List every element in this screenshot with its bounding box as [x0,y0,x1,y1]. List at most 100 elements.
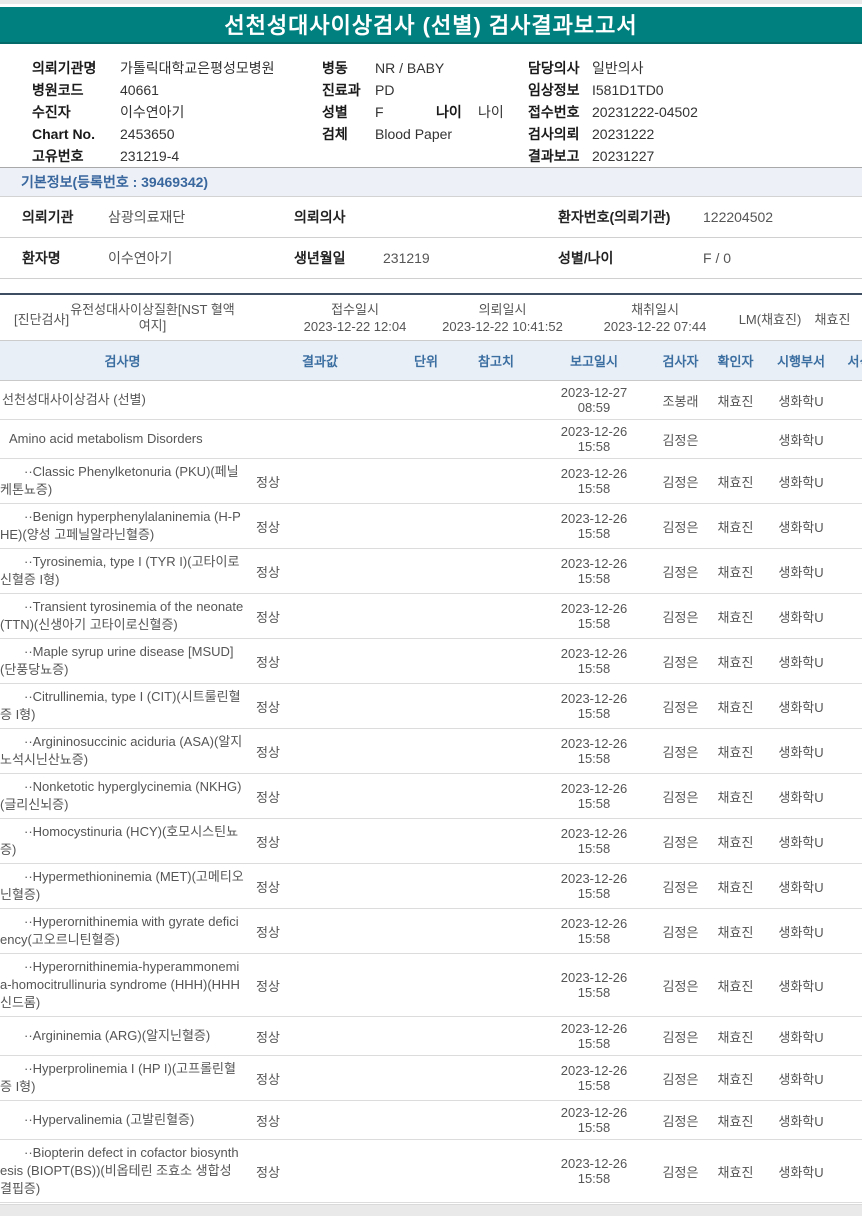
field-label: 결과보고 [528,148,580,164]
test-name: ··Hypervalinemia (고발린혈증) [24,1112,195,1127]
report-datetime: 2023-12-26 15:58 [560,1105,628,1135]
basic-info-title: 기본정보(등록번호 : 39469342) [21,174,209,190]
verifier-name: 채효진 [717,609,754,625]
tester-name: 김정은 [662,1029,699,1045]
field-label: 접수번호 [528,104,580,120]
result-row: ··Maple syrup urine disease [MSUD](단풍당뇨증… [0,639,862,684]
test-name: ··Transient tyrosinemia of the neonate (… [0,599,244,632]
report-datetime: 2023-12-26 15:58 [560,466,628,496]
header-report-date: 보고일시 [570,354,618,369]
field-label: 성별 [322,104,348,120]
performing-dept: 생화학U [778,474,824,490]
verifier-name: 채효진 [717,564,754,580]
tester-name: 김정은 [662,609,699,625]
report-datetime: 2023-12-26 15:58 [560,1156,628,1186]
performing-dept: 생화학U [778,1113,824,1129]
test-name: ··Hyperornithinemia-hyperammonemia-homoc… [0,959,240,1010]
performing-dept: 생화학U [778,834,824,850]
field-value: 일반의사 [592,60,644,76]
patient-header-col-right: 담당의사 일반의사 임상정보 I581D1TD0 접수번호 20231222-0450… [528,57,698,167]
result-value: 정상 [256,879,280,895]
field-label: 환자번호(의뢰기관) [558,209,671,225]
report-title: 선천성대사이상검사 (선별) 검사결과보고서 [224,13,638,38]
result-row: ··Biopterin defect in cofactor biosynthe… [0,1140,862,1203]
test-name: Amino acid metabolism Disorders [9,431,203,446]
verifier-name: 채효진 [717,978,754,994]
report-datetime: 2023-12-26 15:58 [560,826,628,856]
tester-name: 김정은 [662,432,699,448]
result-row: ··Classic Phenylketonuria (PKU)(페닐케톤뇨증) … [0,459,862,504]
field-value: 20231227 [592,148,655,164]
header-result: 결과값 [302,354,338,369]
result-value: 정상 [256,1071,280,1087]
field-value: 122204502 [703,209,774,225]
result-value: 정상 [256,474,280,490]
result-row: 선천성대사이상검사 (선별) 2023-12-27 08:59 조봉래 채효진 … [0,381,862,420]
tester-name: 김정은 [662,1164,699,1180]
field-label: Chart No. [32,126,95,142]
field-label: 성별/나이 [558,250,614,266]
report-datetime: 2023-12-26 15:58 [560,601,628,631]
result-row: ··Argininemia (ARG)(알지닌혈증) 정상 2023-12-26… [0,1017,862,1056]
test-name: ··Classic Phenylketonuria (PKU)(페닐케톤뇨증) [0,464,239,497]
verifier-name: 채효진 [717,654,754,670]
request-datetime: 의뢰일시 2023-12-22 10:41:52 [425,295,580,341]
collection-datetime: 채취일시 2023-12-22 07:44 [580,295,730,341]
test-name: ··Homocystinuria (HCY)(호모시스틴뇨증) [0,824,239,857]
result-value: 정상 [256,654,280,670]
patient-header-section: 의뢰기관명 가톨릭대학교은평성모병원 병원코드 40661 수진자 이수연아기 Cha… [0,44,862,167]
receipt-datetime: 접수일시 2023-12-22 12:04 [285,295,425,341]
performing-dept: 생화학U [778,744,824,760]
test-name: ··Hyperornithinemia with gyrate deficien… [0,914,239,947]
result-row: Amino acid metabolism Disorders 2023-12-… [0,420,862,459]
tester-name: 김정은 [662,879,699,895]
tester-name: 김정은 [662,699,699,715]
result-value: 정상 [256,519,280,535]
request-datetime-label: 의뢰일시 [478,302,527,317]
field-value: 나이 [478,104,504,120]
test-name: ··Maple syrup urine disease [MSUD](단풍당뇨증… [0,644,234,677]
performing-dept: 생화학U [778,432,824,448]
verifier-name: 채효진 [717,1071,754,1087]
patient-header-col-left: 의뢰기관명 가톨릭대학교은평성모병원 병원코드 40661 수진자 이수연아기 Cha… [32,57,275,167]
order-test-group: 유전성대사이상질환[NST 혈액 여지] [70,302,235,333]
header-reference: 참고치 [478,354,514,369]
field-row: 결과보고 20231227 [528,145,698,167]
basic-info-row: 의뢰기관 삼광의료재단 의뢰의사 환자번호(의뢰기관) 122204502 [0,197,862,238]
test-name: 선천성대사이상검사 (선별) [2,392,146,407]
report-datetime: 2023-12-26 15:58 [560,556,628,586]
receipt-datetime-label: 접수일시 [331,302,379,317]
field-label: 환자명 [22,250,61,266]
header-tester: 검사자 [662,354,699,369]
result-value: 정상 [256,744,280,760]
field-value: F [375,104,384,120]
field-value: Blood Paper [375,126,453,142]
request-datetime-value: 2023-12-22 10:41:52 [442,319,563,334]
result-value: 정상 [256,564,280,580]
field-label: 의뢰기관 [22,209,74,225]
field-value: 231219-4 [120,148,180,164]
verifier-name: 채효진 [717,879,754,895]
verifier-name: 채효진 [717,393,754,409]
report-datetime: 2023-12-26 15:58 [560,871,628,901]
tester-name: 조봉래 [662,393,699,409]
result-value: 정상 [256,609,280,625]
report-datetime: 2023-12-26 15:58 [560,781,628,811]
test-name: ··Nonketotic hyperglycinemia (NKHG)(글리신뇌… [0,779,242,812]
field-row: 검사의뢰 20231222 [528,123,698,145]
result-row: ··Hypervalinemia (고발린혈증) 정상 2023-12-26 1… [0,1101,862,1140]
performing-dept: 생화학U [778,789,824,805]
report-datetime: 2023-12-26 15:58 [560,511,628,541]
result-row: ··Hypermethioninemia (MET)(고메티오닌혈증) 정상 2… [0,864,862,909]
report-datetime: 2023-12-26 15:58 [560,970,628,1000]
verifier-name: 채효진 [717,1164,754,1180]
collection-datetime-value: 2023-12-22 07:44 [603,319,707,334]
results-table-body: 선천성대사이상검사 (선별) 2023-12-27 08:59 조봉래 채효진 … [0,381,862,1203]
result-value: 정상 [256,834,280,850]
verifier-name: 채효진 [717,744,754,760]
field-row: 임상정보 I581D1TD0 [528,79,698,101]
field-value: 231219 [383,250,430,266]
tester-name: 김정은 [662,654,699,670]
performing-dept: 생화학U [778,609,824,625]
field-label: 검사의뢰 [528,126,580,142]
